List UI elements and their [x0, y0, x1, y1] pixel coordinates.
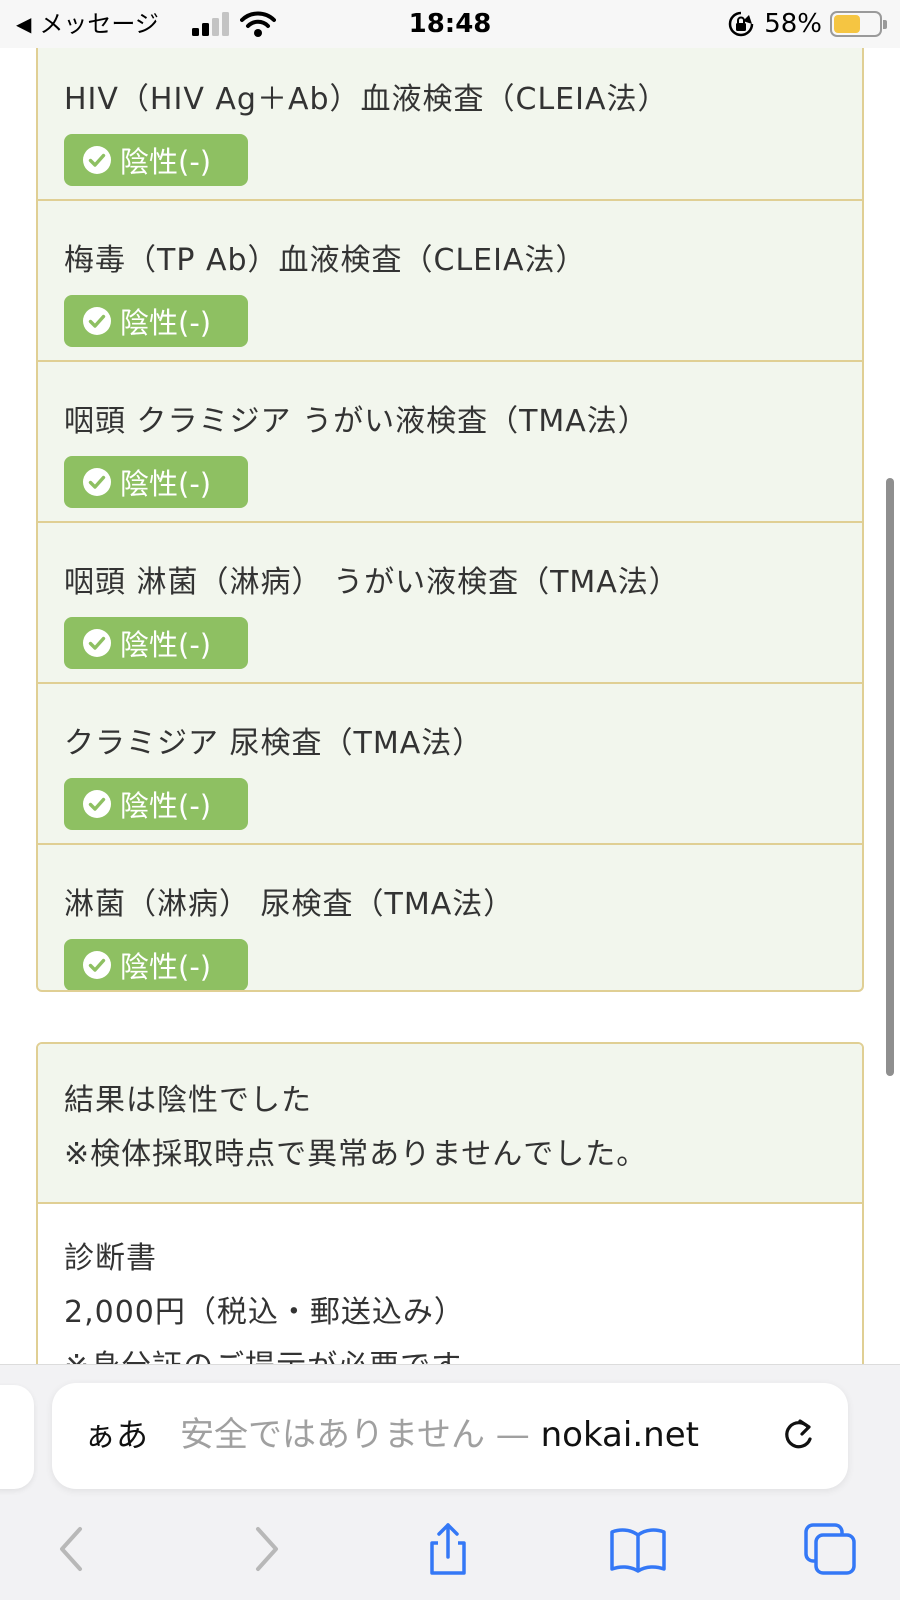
- screen: ◀ メッセージ 18:48 58% HIV（HIV Ag＋Ab）血液検査（CLE…: [0, 0, 900, 1600]
- test-name: 梅毒（TP Ab）血液検査（CLEIA法）: [64, 243, 587, 278]
- certificate-note: ※身分証のご提示が必要です: [64, 1340, 836, 1364]
- forward-chevron-icon[interactable]: [234, 1519, 294, 1579]
- negative-result-badge: 陰性(-): [64, 617, 248, 669]
- bookmarks-icon[interactable]: [608, 1519, 668, 1579]
- page-settings-button[interactable]: ぁあ: [84, 1413, 148, 1457]
- result-label: 陰性(-): [120, 145, 212, 179]
- share-icon[interactable]: [418, 1519, 478, 1579]
- test-row: 咽頭 クラミジア うがい液検査（TMA法） 陰性(-): [38, 362, 862, 523]
- certificate-title: 診断書: [64, 1241, 157, 1276]
- battery-percent: 58%: [764, 9, 822, 39]
- result-label: 陰性(-): [120, 789, 212, 823]
- check-circle-icon: [83, 629, 111, 657]
- negative-result-badge: 陰性(-): [64, 134, 248, 186]
- battery-icon: [830, 11, 887, 37]
- safari-toolbar: [0, 1505, 900, 1600]
- test-name: 咽頭 クラミジア うがい液検査（TMA法）: [64, 404, 649, 439]
- result-label: 陰性(-): [120, 467, 212, 501]
- test-row: 淋菌（淋病） 尿検査（TMA法） 陰性(-): [38, 845, 862, 990]
- test-name: 淋菌（淋病） 尿検査（TMA法）: [64, 887, 515, 922]
- certificate-info: 診断書 2,000円（税込・郵送込み） ※身分証のご提示が必要です: [38, 1204, 862, 1364]
- result-label: 陰性(-): [120, 628, 212, 662]
- url-domain: nokai.net: [540, 1415, 699, 1455]
- test-row: 梅毒（TP Ab）血液検査（CLEIA法） 陰性(-): [38, 201, 862, 362]
- negative-result-badge: 陰性(-): [64, 295, 248, 347]
- check-circle-icon: [83, 951, 111, 979]
- test-row: クラミジア 尿検査（TMA法） 陰性(-): [38, 684, 862, 845]
- check-circle-icon: [83, 790, 111, 818]
- safari-bottom-bar: ぁあ 安全ではありません — nokai.net: [0, 1364, 900, 1600]
- test-name: クラミジア 尿検査（TMA法）: [64, 726, 484, 761]
- back-chevron-icon[interactable]: [44, 1519, 104, 1579]
- test-row: HIV（HIV Ag＋Ab）血液検査（CLEIA法） 陰性(-): [38, 48, 862, 201]
- result-line-1: 結果は陰性でした: [64, 1083, 312, 1118]
- test-results-card: HIV（HIV Ag＋Ab）血液検査（CLEIA法） 陰性(-) 梅毒（TP Ab）…: [36, 48, 864, 992]
- result-summary: 結果は陰性でした ※検体採取時点で異常ありませんでした。: [38, 1044, 862, 1204]
- test-row: 咽頭 淋菌（淋病） うがい液検査（TMA法） 陰性(-): [38, 523, 862, 684]
- address-bar[interactable]: ぁあ 安全ではありません — nokai.net: [52, 1383, 848, 1489]
- negative-result-badge: 陰性(-): [64, 778, 248, 830]
- result-label: 陰性(-): [120, 950, 212, 984]
- summary-card: 結果は陰性でした ※検体採取時点で異常ありませんでした。 診断書 2,000円（…: [36, 1042, 864, 1364]
- negative-result-badge: 陰性(-): [64, 939, 248, 990]
- test-name: HIV（HIV Ag＋Ab）血液検査（CLEIA法）: [64, 82, 669, 117]
- scrollbar[interactable]: [886, 478, 894, 1076]
- check-circle-icon: [83, 307, 111, 335]
- page-content[interactable]: HIV（HIV Ag＋Ab）血液検査（CLEIA法） 陰性(-) 梅毒（TP Ab）…: [0, 48, 900, 1364]
- orientation-lock-icon: [728, 11, 754, 37]
- result-label: 陰性(-): [120, 306, 212, 340]
- reload-icon[interactable]: [778, 1413, 818, 1457]
- previous-tab-peek[interactable]: [0, 1385, 34, 1489]
- tabs-icon[interactable]: [800, 1519, 860, 1579]
- status-bar: ◀ メッセージ 18:48 58%: [0, 0, 900, 48]
- result-line-2: ※検体採取時点で異常ありませんでした。: [64, 1137, 648, 1172]
- test-name: 咽頭 淋菌（淋病） うがい液検査（TMA法）: [64, 565, 680, 600]
- certificate-price: 2,000円（税込・郵送込み）: [64, 1295, 465, 1330]
- status-right: 58%: [728, 8, 887, 40]
- check-circle-icon: [83, 146, 111, 174]
- negative-result-badge: 陰性(-): [64, 456, 248, 508]
- battery-fill: [834, 15, 860, 33]
- url-insecure-label: 安全ではありません —: [180, 1415, 541, 1455]
- check-circle-icon: [83, 468, 111, 496]
- url-text[interactable]: 安全ではありません — nokai.net: [180, 1413, 740, 1457]
